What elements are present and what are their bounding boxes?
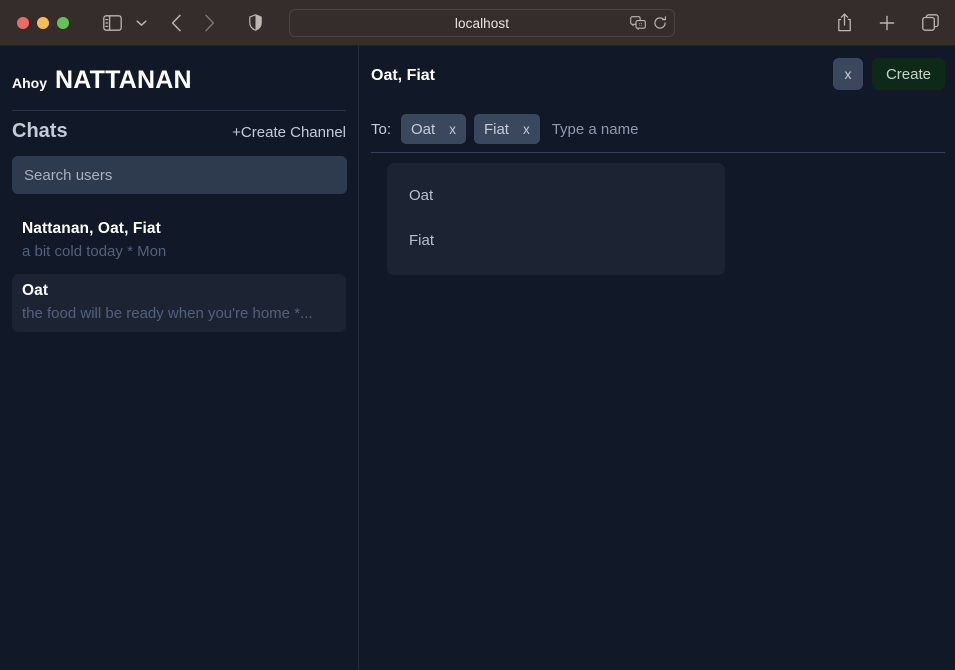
greeting-header: Ahoy NATTANAN [0,46,358,95]
chevron-down-icon[interactable] [136,19,147,27]
chat-item-name: Oat [22,282,49,299]
recipient-chip[interactable]: Oat x [401,114,466,144]
recipients-row: To: Oat x Fiat x [359,108,955,153]
to-label: To: [371,120,392,138]
recipient-name-input[interactable] [551,120,792,138]
app-root: Ahoy NATTANAN Chats +Create Channel Natt… [0,46,955,670]
create-channel-link[interactable]: +Create Channel [232,124,346,141]
recipient-chip-label: Oat [411,120,436,138]
channel-header: Oat, Fiat x Create [359,46,955,106]
address-bar[interactable]: localhost [289,9,675,37]
recipients-row-divider [371,152,945,153]
chat-list-item[interactable]: Nattanan, Oat, Fiat a bit cold today * M… [12,212,346,270]
chats-header: Chats +Create Channel [0,111,358,143]
user-suggestions-dropdown: Oat Fiat [387,163,725,275]
remove-recipient-icon[interactable]: x [523,122,530,137]
share-icon[interactable] [837,13,852,32]
remove-recipient-icon[interactable]: x [449,122,456,137]
chat-list-item[interactable]: Oat the food will be ready when you're h… [12,274,346,332]
chat-item-name: Nattanan, Oat, Fiat [22,220,161,237]
address-url-text: localhost [454,15,510,31]
reload-icon[interactable] [653,16,667,30]
sidebar-toggle-icon[interactable] [103,14,122,31]
close-window-button[interactable] [17,16,29,29]
plus-icon[interactable] [879,15,895,31]
search-input[interactable] [12,156,347,194]
browser-toolbar-right [837,0,939,45]
main-panel: Oat, Fiat x Create To: Oat x Fiat x Type… [359,46,955,670]
user-suggestion-item[interactable]: Oat [387,173,725,218]
minimize-window-button[interactable] [37,16,49,29]
tab-overview-icon[interactable] [922,14,939,31]
current-user-name: NATTANAN [55,66,192,94]
back-arrow-icon[interactable] [171,14,182,32]
chat-item-preview: a bit cold today * Mon [22,243,167,260]
sidebar: Ahoy NATTANAN Chats +Create Channel Natt… [0,46,359,670]
close-channel-button[interactable]: x [832,58,863,90]
browser-window: localhost Ahoy NATTANAN Chats +Create Ch… [0,0,955,670]
shield-icon[interactable] [249,14,262,31]
chat-item-preview: the food will be ready when you're home … [22,305,313,322]
translate-icon[interactable] [630,16,646,30]
create-button[interactable]: Create [871,58,945,90]
channel-title: Oat, Fiat [371,67,436,84]
maximize-window-button[interactable] [57,16,69,29]
page-title: Chats [12,120,68,142]
chat-list: Nattanan, Oat, Fiat a bit cold today * M… [0,212,358,332]
recipient-chip-label: Fiat [483,120,509,138]
browser-toolbar: localhost [0,0,955,46]
recipient-chip[interactable]: Fiat x [473,114,540,144]
user-suggestion-item[interactable]: Fiat [387,218,725,263]
greeting-prefix: Ahoy [12,75,47,91]
forward-arrow-icon[interactable] [204,14,215,32]
window-traffic-lights [17,16,69,29]
channel-header-actions: x Create [832,58,945,90]
address-bar-icons [630,10,667,36]
